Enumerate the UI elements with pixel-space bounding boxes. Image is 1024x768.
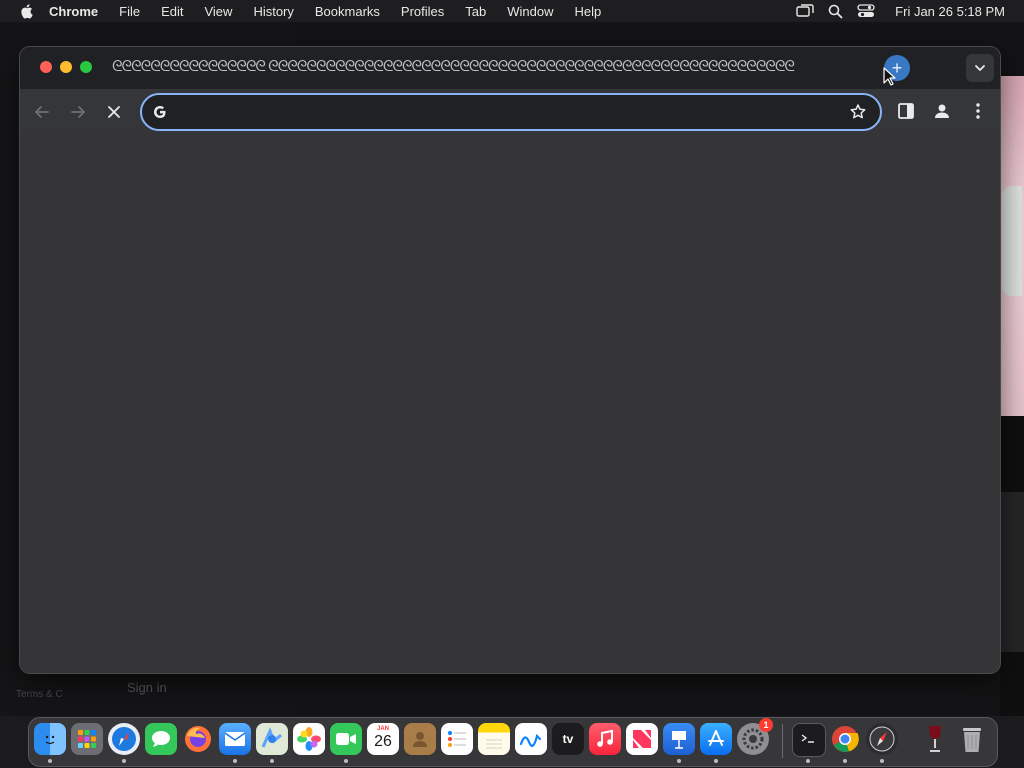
calendar-month-label: JAN	[376, 726, 389, 732]
reminders-icon[interactable]	[441, 723, 473, 755]
mouse-cursor-icon	[883, 67, 896, 86]
dock-separator	[782, 724, 783, 758]
apple-tv-icon[interactable]: tv	[552, 723, 584, 755]
omnibox[interactable]	[140, 93, 882, 131]
apple-menu-icon[interactable]	[19, 3, 33, 19]
messages-icon[interactable]	[145, 723, 177, 755]
firefox-icon[interactable]	[182, 723, 214, 755]
menu-app-name[interactable]: Chrome	[49, 4, 98, 19]
apple-tv-label: tv	[562, 732, 574, 746]
background-sign-in-button: Sign in	[127, 680, 167, 695]
chevron-down-icon	[975, 65, 985, 71]
menu-window[interactable]: Window	[507, 4, 553, 19]
dock-running-indicator	[233, 759, 237, 763]
maps-icon[interactable]	[256, 723, 288, 755]
page-content-area[interactable]	[20, 133, 1000, 673]
terminal-icon[interactable]	[792, 723, 826, 757]
spotlight-search-icon[interactable]	[828, 4, 843, 19]
menu-bar-clock[interactable]: Fri Jan 26 5:18 PM	[895, 4, 1005, 19]
keynote-icon[interactable]	[663, 723, 695, 755]
screen-mirroring-icon[interactable]	[796, 4, 814, 18]
notes-icon[interactable]	[478, 723, 510, 755]
chrome-icon[interactable]	[829, 723, 861, 755]
control-center-icon[interactable]	[857, 4, 875, 18]
address-bar-input[interactable]	[178, 102, 828, 122]
calendar-icon[interactable]: JAN 26	[367, 723, 399, 755]
dock-running-indicator	[880, 759, 884, 763]
back-arrow-icon[interactable]	[30, 100, 54, 124]
profile-icon[interactable]	[930, 99, 954, 123]
menu-bar: Chrome File Edit View History Bookmarks …	[0, 0, 1024, 22]
menu-view[interactable]: View	[204, 4, 232, 19]
background-wallpaper-dark	[1000, 416, 1024, 716]
compass-icon[interactable]	[866, 723, 898, 755]
dock-running-indicator	[344, 759, 348, 763]
system-settings-icon[interactable]: 1	[737, 718, 773, 755]
dock: JAN 26 tv 1	[28, 717, 998, 767]
photos-icon[interactable]	[293, 723, 325, 755]
mail-icon[interactable]	[219, 723, 251, 755]
menu-profiles[interactable]: Profiles	[401, 4, 444, 19]
dock-running-indicator	[843, 759, 847, 763]
window-zoom-button[interactable]	[80, 61, 92, 73]
dock-running-indicator	[714, 759, 718, 763]
menu-history[interactable]: History	[253, 4, 293, 19]
tab-strip-tabs[interactable]: ᘓᘓᘓᘓᘓᘓᘓᘓᘓᘓᘓᘓᘓᘓᘓᘓ ᘓᘓᘓᘓᘓᘓᘓᘓᘓᘓᘓᘓᘓᘓᘓᘓᘓᘓᘓᘓᘓᘓᘓ…	[112, 58, 852, 78]
app-store-icon[interactable]	[700, 723, 732, 755]
trash-icon[interactable]	[956, 723, 988, 755]
tab-search-button[interactable]	[966, 54, 994, 82]
forward-arrow-icon[interactable]	[66, 100, 90, 124]
facetime-icon[interactable]	[330, 723, 362, 755]
wine-icon[interactable]	[919, 723, 951, 755]
chrome-window: ᘓᘓᘓᘓᘓᘓᘓᘓᘓᘓᘓᘓᘓᘓᘓᘓ ᘓᘓᘓᘓᘓᘓᘓᘓᘓᘓᘓᘓᘓᘓᘓᘓᘓᘓᘓᘓᘓᘓᘓ…	[20, 47, 1000, 673]
music-icon[interactable]	[589, 723, 621, 755]
tab-strip: ᘓᘓᘓᘓᘓᘓᘓᘓᘓᘓᘓᘓᘓᘓᘓᘓ ᘓᘓᘓᘓᘓᘓᘓᘓᘓᘓᘓᘓᘓᘓᘓᘓᘓᘓᘓᘓᘓᘓᘓ…	[20, 47, 1000, 89]
news-icon[interactable]	[626, 723, 658, 755]
background-terms-link: Terms & C	[16, 689, 63, 700]
notification-badge: 1	[759, 718, 773, 732]
menu-file[interactable]: File	[119, 4, 140, 19]
dock-running-indicator	[270, 759, 274, 763]
safari-icon[interactable]	[108, 723, 140, 755]
launchpad-icon[interactable]	[71, 723, 103, 755]
dock-running-indicator	[677, 759, 681, 763]
google-g-icon	[154, 106, 166, 118]
dock-running-indicator	[122, 759, 126, 763]
calendar-day-label: 26	[374, 733, 392, 750]
menu-bookmarks[interactable]: Bookmarks	[315, 4, 380, 19]
menu-edit[interactable]: Edit	[161, 4, 183, 19]
window-minimize-button[interactable]	[60, 61, 72, 73]
bookmark-star-icon[interactable]	[848, 102, 868, 122]
more-menu-icon[interactable]	[966, 99, 990, 123]
background-wallpaper-pink	[1000, 76, 1024, 416]
side-panel-icon[interactable]	[894, 99, 918, 123]
background-window-right	[1000, 22, 1024, 76]
dock-running-indicator	[806, 759, 810, 763]
menu-tab[interactable]: Tab	[465, 4, 486, 19]
window-close-button[interactable]	[40, 61, 52, 73]
contacts-icon[interactable]	[404, 723, 436, 755]
dock-running-indicator	[48, 759, 52, 763]
freeform-icon[interactable]	[515, 723, 547, 755]
stop-loading-icon[interactable]	[102, 100, 126, 124]
finder-icon[interactable]	[34, 723, 66, 755]
menu-help[interactable]: Help	[575, 4, 602, 19]
